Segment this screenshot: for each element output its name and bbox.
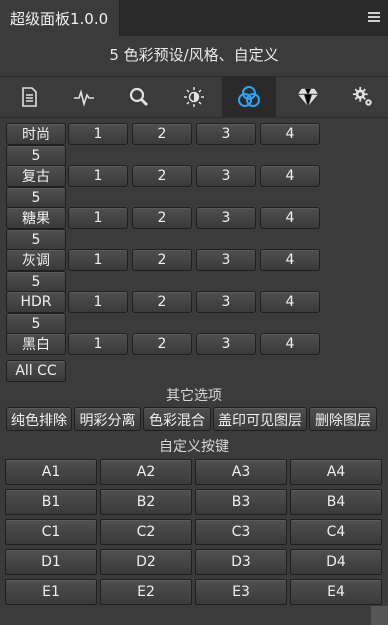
preset-number-button[interactable]: 5 [6, 229, 66, 251]
color-circles-icon[interactable] [222, 77, 276, 117]
preset-number-button[interactable]: 2 [132, 207, 192, 229]
custom-keys-title: 自定义按键 [159, 439, 229, 455]
panel-tab[interactable]: 超级面板1.0.0 [0, 0, 120, 36]
custom-key-button[interactable]: D2 [100, 549, 192, 575]
preset-number-button[interactable]: 2 [132, 291, 192, 313]
other-option-label: 盖印可见图层 [218, 413, 302, 429]
other-option-button[interactable]: 色彩混合 [143, 407, 211, 431]
panel-subtitle: 5 色彩预设/风格、自定义 [109, 46, 279, 64]
custom-key-button[interactable]: C2 [100, 519, 192, 545]
other-option-button[interactable]: 明彩分离 [74, 407, 141, 431]
document-icon[interactable] [2, 77, 56, 117]
other-option-label: 明彩分离 [79, 413, 136, 429]
custom-key-button[interactable]: C3 [195, 519, 287, 545]
preset-number-button[interactable]: 1 [68, 123, 128, 145]
preset-number-button[interactable]: 5 [6, 187, 66, 209]
preset-number-button[interactable]: 2 [132, 249, 192, 271]
preset-label-button[interactable]: 糖果 [6, 207, 66, 229]
icon-toolbar [0, 76, 388, 118]
preset-number-button[interactable]: 5 [6, 313, 66, 335]
preset-number-button[interactable]: 4 [260, 249, 320, 271]
custom-key-button[interactable]: A4 [290, 459, 382, 485]
preset-number-button[interactable]: 5 [6, 271, 66, 293]
preset-number-button[interactable]: 1 [68, 249, 128, 271]
preset-number-button[interactable]: 3 [196, 207, 256, 229]
preset-number-button[interactable]: 4 [260, 165, 320, 187]
other-option-button[interactable]: 盖印可见图层 [213, 407, 307, 431]
preset-number-button[interactable]: 3 [196, 249, 256, 271]
preset-label-button[interactable]: 灰调 [6, 249, 66, 271]
preset-number-button[interactable]: 3 [196, 333, 256, 355]
preset-number-button[interactable]: 4 [260, 291, 320, 313]
custom-key-button[interactable]: A1 [5, 459, 97, 485]
panel-menu-icon[interactable] [368, 12, 380, 22]
preset-label-button[interactable]: 复古 [6, 165, 66, 187]
other-option-label: 色彩混合 [149, 413, 205, 429]
custom-key-button[interactable]: B3 [195, 489, 287, 515]
preset-label-button[interactable]: 时尚 [6, 123, 66, 145]
other-option-label: 删除图层 [315, 413, 371, 429]
custom-key-button[interactable]: D1 [5, 549, 97, 575]
preset-number-button[interactable]: 3 [196, 291, 256, 313]
diamond-icon[interactable] [281, 77, 335, 117]
custom-key-button[interactable]: A2 [100, 459, 192, 485]
scrollbar-corner [371, 606, 388, 625]
magnifier-icon[interactable] [112, 77, 166, 117]
preset-number-button[interactable]: 4 [260, 207, 320, 229]
preset-number-button[interactable]: 1 [68, 165, 128, 187]
custom-key-button[interactable]: E1 [5, 579, 97, 605]
other-option-label: 纯色排除 [11, 413, 67, 429]
custom-key-button[interactable]: E3 [195, 579, 287, 605]
preset-number-button[interactable]: 1 [68, 291, 128, 313]
preset-number-button[interactable]: 4 [260, 333, 320, 355]
waveform-icon[interactable] [57, 77, 111, 117]
custom-key-button[interactable]: C4 [290, 519, 382, 545]
preset-number-button[interactable]: 2 [132, 333, 192, 355]
preset-label-button[interactable]: 黑白 [6, 333, 66, 355]
custom-key-button[interactable]: E4 [290, 579, 382, 605]
other-option-button[interactable]: 删除图层 [309, 407, 377, 431]
preset-number-button[interactable]: 4 [260, 123, 320, 145]
custom-key-button[interactable]: B1 [5, 489, 97, 515]
preset-number-button[interactable]: 1 [68, 207, 128, 229]
custom-key-button[interactable]: E2 [100, 579, 192, 605]
other-option-button[interactable]: 纯色排除 [6, 407, 72, 431]
preset-number-button[interactable]: 3 [196, 123, 256, 145]
other-options-title: 其它选项 [166, 388, 222, 404]
preset-number-button[interactable]: 5 [6, 145, 66, 167]
custom-key-button[interactable]: D4 [290, 549, 382, 575]
preset-number-button[interactable]: 2 [132, 165, 192, 187]
gears-icon[interactable] [336, 77, 388, 117]
custom-key-button[interactable]: B4 [290, 489, 382, 515]
custom-key-button[interactable]: D3 [195, 549, 287, 575]
preset-label-button[interactable]: HDR [6, 291, 66, 313]
preset-number-button[interactable]: 3 [196, 165, 256, 187]
custom-key-button[interactable]: C1 [5, 519, 97, 545]
custom-key-button[interactable]: B2 [100, 489, 192, 515]
preset-number-button[interactable]: 2 [132, 123, 192, 145]
preset-number-button[interactable]: 1 [68, 333, 128, 355]
brightness-icon[interactable] [167, 77, 221, 117]
panel-title: 超级面板1.0.0 [10, 9, 109, 28]
custom-key-button[interactable]: A3 [195, 459, 287, 485]
all-cc-button[interactable]: All CC [6, 360, 66, 382]
panel-header: 超级面板1.0.0 [0, 0, 388, 36]
